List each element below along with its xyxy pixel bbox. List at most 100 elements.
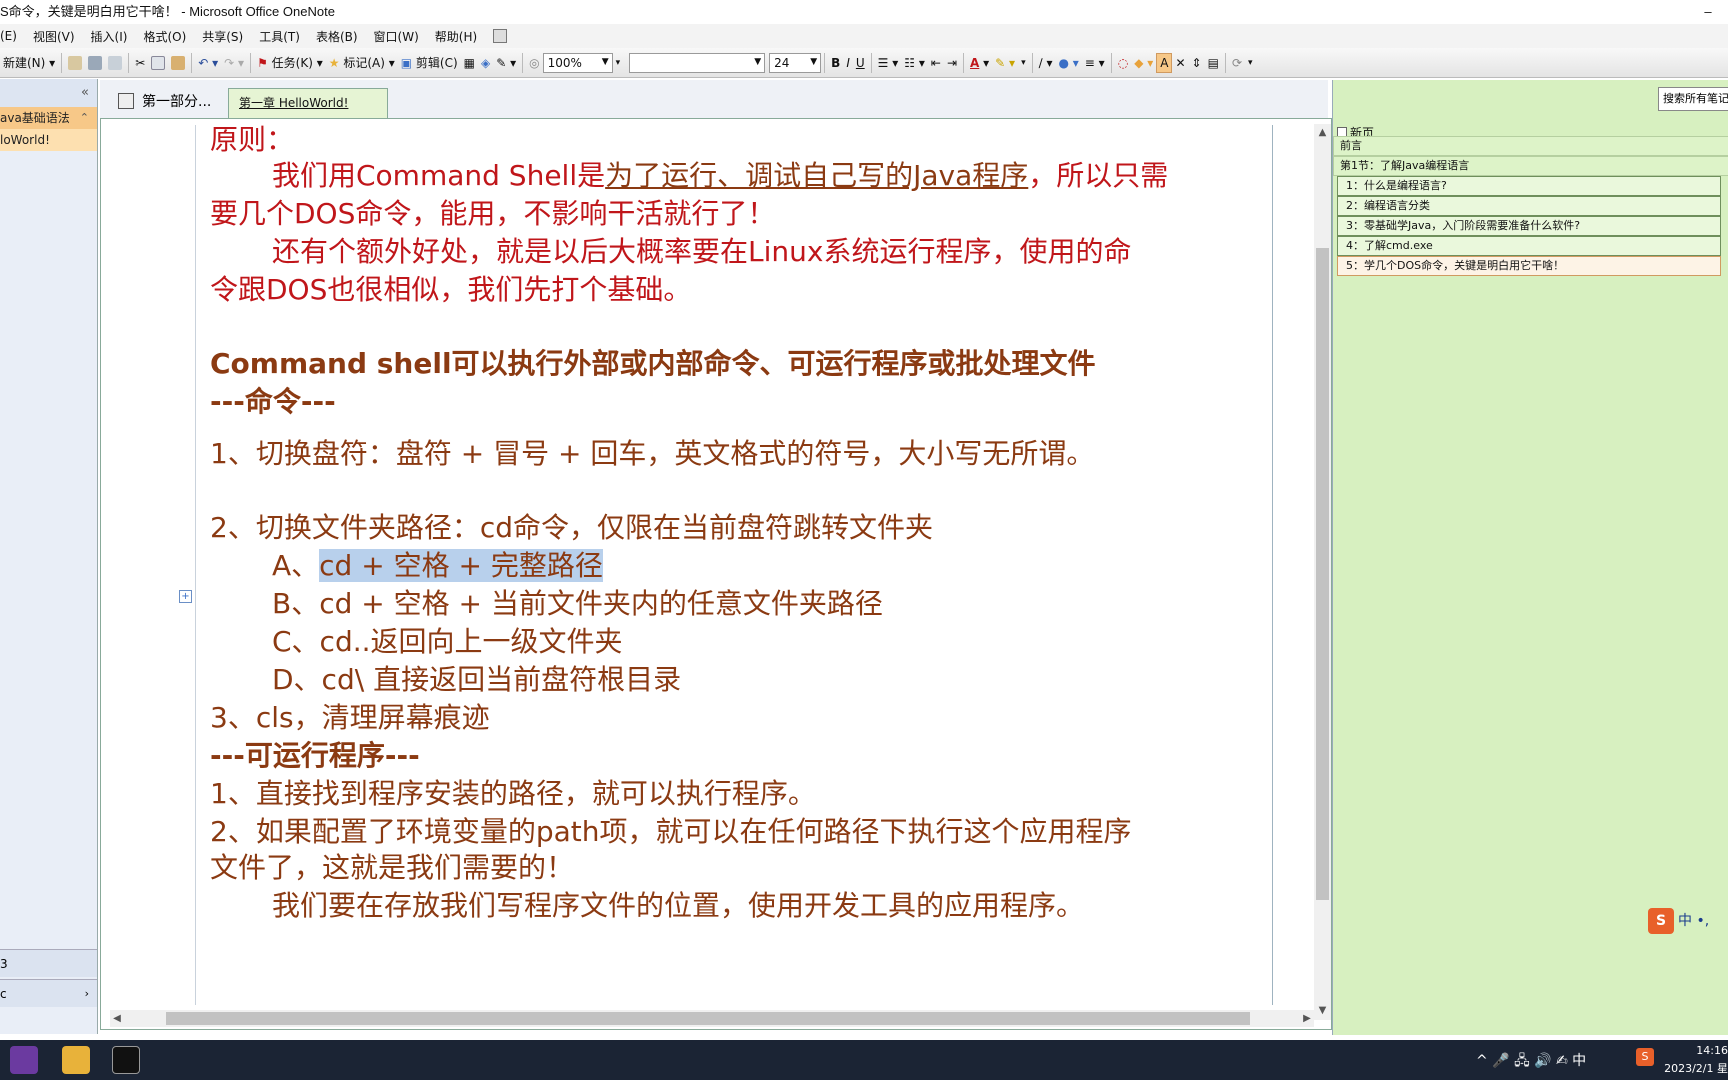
indent-icon[interactable]: ⇥ bbox=[944, 53, 960, 73]
page-group-item[interactable]: loWorld! bbox=[0, 129, 97, 151]
clock[interactable]: 14:16 2023/2/1 星 bbox=[1664, 1042, 1728, 1078]
note-line: A、cd + 空格 + 完整路径 bbox=[272, 544, 603, 584]
scroll-down-icon[interactable]: ▼ bbox=[1314, 1002, 1331, 1020]
scroll-left-icon[interactable]: ◀ bbox=[110, 1010, 124, 1027]
page-title: 2：编程语言分类 bbox=[1346, 199, 1430, 212]
scroll-up-icon[interactable]: ▲ bbox=[1314, 124, 1331, 142]
delete-icon[interactable]: ✕ bbox=[1172, 53, 1188, 73]
terminal-icon[interactable] bbox=[112, 1046, 140, 1074]
lasso-icon[interactable]: ◌ bbox=[1115, 53, 1131, 73]
font-name-select[interactable]: ▼ bbox=[629, 52, 766, 73]
ime-toolbar[interactable]: S中 •, bbox=[1648, 908, 1709, 934]
notebook-item[interactable]: c › bbox=[0, 979, 97, 1007]
ime-label: 中 •, bbox=[1678, 913, 1710, 929]
cut-icon[interactable]: ✂ bbox=[132, 53, 148, 73]
paste-icon[interactable] bbox=[168, 53, 188, 73]
note-line: 2、切换文件夹路径：cd命令，仅限在当前盘符跳转文件夹 bbox=[210, 511, 933, 544]
sync-icon[interactable]: ⟳ bbox=[1229, 53, 1245, 73]
print-preview-icon[interactable] bbox=[105, 53, 125, 73]
note-line: 要几个DOS命令，能用，不影响干活就行了！ bbox=[210, 197, 776, 230]
research-icon[interactable]: ◈ bbox=[478, 53, 493, 73]
subpage-item-active[interactable]: 5：学几个DOS命令，关键是明白用它干啥！ bbox=[1337, 256, 1721, 276]
menu-bar: (E) 视图(V) 插入(I) 格式(O) 共享(S) 工具(T) 表格(B) … bbox=[0, 24, 1728, 48]
copy-icon[interactable] bbox=[148, 53, 168, 73]
system-tray[interactable]: ^ 🎤 🖧 🔊 ✍ 中 bbox=[1476, 1050, 1586, 1074]
scroll-thumb[interactable] bbox=[1316, 248, 1329, 900]
horizontal-scrollbar[interactable]: ◀ ▶ bbox=[110, 1010, 1314, 1027]
print-icon[interactable] bbox=[85, 53, 105, 73]
file-explorer-icon[interactable] bbox=[62, 1046, 90, 1074]
tab-hello-world[interactable]: 第一章 HelloWorld! bbox=[228, 88, 388, 118]
page-divider bbox=[1272, 125, 1273, 1005]
menu-extra-icon[interactable] bbox=[493, 29, 508, 43]
menu-table[interactable]: 表格(B) bbox=[316, 28, 358, 45]
menu-edit[interactable]: (E) bbox=[0, 29, 17, 43]
selected-text[interactable]: cd + 空格 + 完整路径 bbox=[319, 549, 603, 582]
new-button[interactable]: 新建(N) ▾ bbox=[0, 53, 58, 73]
toolbar-separator bbox=[870, 52, 872, 73]
menu-format[interactable]: 格式(O) bbox=[143, 28, 186, 45]
title-bar: S命令，关键是明白用它干啥！ - Microsoft Office OneNot… bbox=[0, 0, 1728, 24]
font-color-button[interactable]: A ▾ bbox=[967, 53, 992, 73]
overflow-icon[interactable]: ▾ bbox=[613, 53, 624, 73]
menu-window[interactable]: 窗口(W) bbox=[374, 28, 419, 45]
font-size-value: 24 bbox=[774, 55, 790, 70]
toolbar-separator bbox=[522, 52, 524, 73]
chevron-up-icon[interactable]: ⌃ bbox=[80, 107, 89, 129]
zoom-select[interactable]: 100% ▼ bbox=[542, 52, 613, 73]
scroll-thumb[interactable] bbox=[166, 1012, 1250, 1025]
font-size-select[interactable]: 24 ▼ bbox=[769, 52, 822, 73]
subpage-item[interactable]: 2：编程语言分类 bbox=[1337, 196, 1721, 216]
section-item[interactable]: ava基础语法 ⌃ bbox=[0, 107, 97, 129]
space-icon[interactable]: ⇕ bbox=[1189, 53, 1205, 73]
onenote-taskbar-icon[interactable] bbox=[10, 1046, 38, 1074]
italic-button[interactable]: I bbox=[843, 53, 853, 73]
line-weight-icon[interactable]: ≡ ▾ bbox=[1082, 53, 1108, 73]
minimize-button[interactable]: – bbox=[1698, 0, 1718, 24]
tab-part-one[interactable]: 第一部分... bbox=[108, 88, 221, 118]
notebook-item[interactable]: 3 bbox=[0, 949, 97, 977]
page-icon[interactable]: ▤ bbox=[1205, 53, 1222, 73]
collapse-icon[interactable]: « bbox=[81, 85, 89, 100]
menu-share[interactable]: 共享(S) bbox=[202, 28, 243, 45]
page-item[interactable]: 前言 bbox=[1333, 136, 1728, 156]
overflow-icon[interactable]: ▾ bbox=[1018, 53, 1029, 73]
highlighter-icon[interactable]: ✎ ▾ bbox=[992, 53, 1018, 73]
help-icon[interactable]: ◎ bbox=[526, 53, 542, 73]
page-item[interactable]: 第1节：了解Java编程语言 bbox=[1333, 156, 1728, 176]
sogou-tray-icon[interactable]: S bbox=[1636, 1048, 1654, 1066]
tab-label: 第一部分... bbox=[142, 94, 212, 110]
menu-insert[interactable]: 插入(I) bbox=[91, 28, 128, 45]
outdent-icon[interactable]: ⇤ bbox=[928, 53, 944, 73]
menu-help[interactable]: 帮助(H) bbox=[435, 28, 477, 45]
tag-button[interactable]: ★ 标记(A) ▾ bbox=[326, 53, 398, 73]
numbering-icon[interactable]: ☷ ▾ bbox=[901, 53, 928, 73]
search-input[interactable]: 搜索所有笔记 bbox=[1658, 87, 1728, 111]
bold-button[interactable]: B bbox=[828, 53, 843, 73]
clip-button[interactable]: ▣ 剪辑(C) bbox=[398, 53, 461, 73]
note-line: 令跟DOS也很相似，我们先打个基础。 bbox=[210, 273, 692, 306]
eraser-icon[interactable]: ◆ ▾ bbox=[1131, 53, 1156, 73]
expand-icon[interactable]: + bbox=[179, 590, 192, 603]
vertical-scrollbar[interactable]: ▲ ▼ bbox=[1314, 124, 1331, 1020]
scroll-right-icon[interactable]: ▶ bbox=[1300, 1010, 1314, 1027]
redo-icon[interactable]: ↷ ▾ bbox=[221, 53, 247, 73]
undo-icon[interactable]: ↶ ▾ bbox=[195, 53, 221, 73]
email-icon[interactable] bbox=[65, 53, 85, 73]
pen-icon[interactable]: ✎ ▾ bbox=[493, 53, 519, 73]
chevron-right-icon[interactable]: › bbox=[85, 980, 89, 1008]
menu-view[interactable]: 视图(V) bbox=[33, 28, 75, 45]
menu-tools[interactable]: 工具(T) bbox=[259, 28, 300, 45]
overflow-icon[interactable]: ▾ bbox=[1245, 53, 1256, 73]
shape-fill-icon[interactable]: ● ▾ bbox=[1055, 53, 1081, 73]
pen-color-icon[interactable]: ∕ ▾ bbox=[1036, 53, 1056, 73]
subpage-item[interactable]: 1：什么是编程语言? bbox=[1337, 176, 1721, 196]
subpage-item[interactable]: 4：了解cmd.exe bbox=[1337, 236, 1721, 256]
task-button[interactable]: ⚑ 任务(K) ▾ bbox=[254, 53, 326, 73]
subpage-item[interactable]: 3：零基础学Java，入门阶段需要准备什么软件? bbox=[1337, 216, 1721, 236]
bullets-icon[interactable]: ☰ ▾ bbox=[875, 53, 902, 73]
underline-button[interactable]: U bbox=[853, 53, 868, 73]
text-mode-icon[interactable]: A bbox=[1156, 52, 1173, 73]
note-line: 文件了，这就是我们需要的！ bbox=[210, 851, 575, 884]
table-icon[interactable]: ▦ bbox=[461, 53, 478, 73]
